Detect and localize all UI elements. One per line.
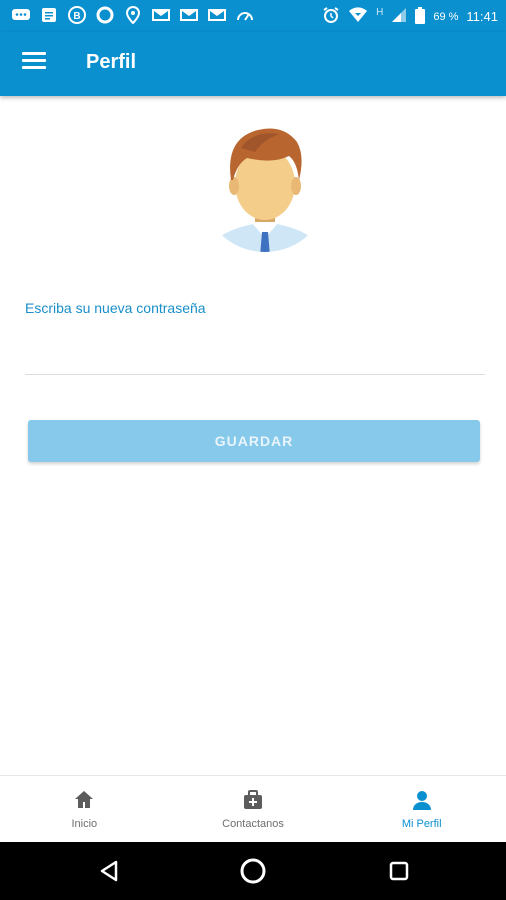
- page-title: Perfil: [86, 51, 137, 73]
- medkit-icon: [242, 789, 264, 816]
- network-type: H: [376, 7, 384, 18]
- speedometer-icon: [234, 6, 255, 24]
- nav-label-inicio: Inicio: [71, 818, 98, 830]
- status-bar: B H 69 % 11:41: [0, 0, 506, 32]
- svg-text:B: B: [73, 11, 80, 22]
- recents-icon[interactable]: [384, 856, 414, 886]
- save-button[interactable]: GUARDAR: [28, 420, 480, 462]
- notification-icons: B: [10, 6, 255, 24]
- password-label: Escriba su nueva contraseña: [25, 300, 206, 316]
- b-app-icon: B: [66, 6, 87, 24]
- nav-label-mi-perfil: Mi Perfil: [401, 818, 442, 830]
- battery-icon: [415, 6, 426, 27]
- password-input[interactable]: [25, 330, 485, 375]
- nav-item-mi-perfil[interactable]: Mi Perfil: [337, 776, 506, 843]
- system-nav-bar: [0, 842, 506, 900]
- hamburger-menu-icon[interactable]: [22, 52, 46, 76]
- location-icon: [122, 6, 143, 24]
- gmail-icon: [150, 6, 171, 24]
- circle-app-icon: [94, 6, 115, 24]
- clock: 11:41: [466, 9, 498, 24]
- back-icon[interactable]: [94, 856, 124, 886]
- home-circle-icon[interactable]: [238, 856, 268, 886]
- message-icon: [10, 6, 31, 24]
- home-icon: [73, 789, 95, 816]
- person-icon: [411, 789, 433, 816]
- nav-item-contactanos[interactable]: Contactanos: [169, 776, 338, 843]
- user-avatar-icon: [203, 118, 327, 278]
- bottom-nav: Inicio Contactanos Mi Perfil: [0, 775, 506, 843]
- battery-level: 69 %: [433, 10, 459, 23]
- signal-icon: [391, 7, 407, 26]
- wifi-icon: [348, 7, 368, 26]
- app-bar: Perfil: [0, 32, 506, 96]
- alarm-icon: [322, 6, 340, 27]
- system-status: H 69 % 11:41: [322, 6, 498, 27]
- nav-item-inicio[interactable]: Inicio: [0, 776, 169, 843]
- notes-icon: [38, 6, 59, 24]
- nav-label-contactanos: Contactanos: [222, 818, 284, 830]
- gmail-icon: [178, 6, 199, 24]
- gmail-icon: [206, 6, 227, 24]
